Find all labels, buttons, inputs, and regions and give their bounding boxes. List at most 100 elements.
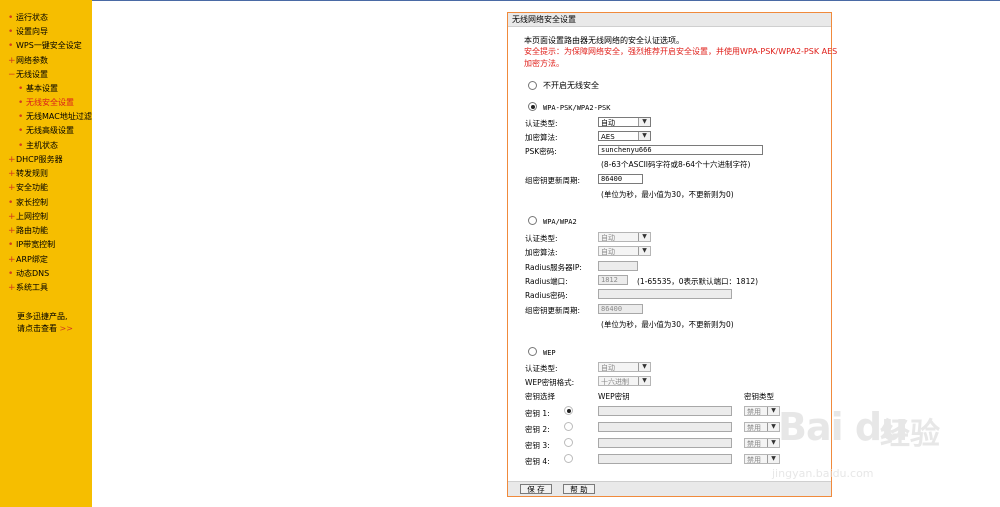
wep-key2-type-value: 禁用 bbox=[747, 424, 761, 432]
wpa-psk-auth-value: 自动 bbox=[601, 119, 615, 127]
chevron-down-icon: ▼ bbox=[638, 377, 650, 385]
radius-ip-label: Radius服务器IP: bbox=[525, 263, 582, 272]
sidebar-item-wireless-security[interactable]: • 无线安全设置 bbox=[18, 96, 74, 109]
wpa-psk-auth-label: 认证类型: bbox=[525, 119, 558, 128]
wep-radio[interactable] bbox=[528, 347, 537, 356]
sidebar-item-label: ARP绑定 bbox=[16, 255, 48, 264]
wep-format-label: WEP密钥格式: bbox=[525, 378, 575, 387]
wpa-psk-radio[interactable] bbox=[528, 102, 537, 111]
sidebar-item-security[interactable]: +安全功能 bbox=[8, 181, 48, 194]
sidebar-item-network[interactable]: +网络参数 bbox=[8, 54, 48, 67]
more-products-line2: 请点击查看 bbox=[17, 324, 57, 333]
sidebar-item-label: 基本设置 bbox=[26, 84, 58, 93]
bullet-icon: • bbox=[8, 41, 14, 51]
bullet-icon: • bbox=[18, 141, 24, 151]
wpa-renew-input[interactable]: 86400 bbox=[598, 304, 643, 314]
bullet-icon: • bbox=[18, 98, 24, 108]
wep-key1-type-value: 禁用 bbox=[747, 408, 761, 416]
wep-key4-input[interactable] bbox=[598, 454, 732, 464]
security-warning-line1: 安全提示：为保障网络安全，强烈推荐开启安全设置，并使用WPA-PSK/WPA2-… bbox=[524, 47, 838, 56]
wpa-psk-renew-label: 组密钥更新周期: bbox=[525, 176, 581, 185]
wpa-psk-enc-select[interactable]: AES ▼ bbox=[598, 131, 651, 141]
wep-col-key: WEP密钥 bbox=[598, 392, 630, 401]
sidebar-item-label: 安全功能 bbox=[16, 183, 48, 192]
psk-password-hint: (8-63个ASCII码字符或8-64个十六进制字符) bbox=[601, 160, 751, 169]
sidebar-item-label: 网络参数 bbox=[16, 56, 48, 65]
sidebar-item-forwarding[interactable]: +转发规则 bbox=[8, 167, 48, 180]
intro-text: 本页面设置路由器无线网络的安全认证选项。 bbox=[524, 36, 684, 45]
sidebar-item-wireless-basic[interactable]: • 基本设置 bbox=[18, 82, 58, 95]
wpa-auth-label: 认证类型: bbox=[525, 234, 558, 243]
wep-key2-radio[interactable] bbox=[564, 422, 573, 431]
wep-key3-radio[interactable] bbox=[564, 438, 573, 447]
wpa-enc-label: 加密算法: bbox=[525, 248, 558, 257]
sidebar-item-label: 设置向导 bbox=[16, 27, 48, 36]
wpa-psk-enc-value: AES bbox=[601, 133, 615, 141]
wep-col-select: 密钥选择 bbox=[525, 392, 555, 401]
sidebar-item-system-tools[interactable]: +系统工具 bbox=[8, 281, 48, 294]
wep-key1-label: 密钥 1: bbox=[525, 409, 550, 418]
wep-key2-label: 密钥 2: bbox=[525, 425, 550, 434]
sidebar-item-label: WPS一键安全设定 bbox=[16, 41, 82, 50]
radius-port-label: Radius端口: bbox=[525, 277, 568, 286]
wep-key2-input[interactable] bbox=[598, 422, 732, 432]
wpa-psk-renew-hint: (单位为秒，最小值为30，不更新则为0) bbox=[601, 190, 734, 199]
sidebar-item-bandwidth[interactable]: • IP带宽控制 bbox=[8, 238, 55, 251]
sidebar-item-mac-filter[interactable]: • 无线MAC地址过滤 bbox=[18, 110, 92, 123]
plus-icon: + bbox=[8, 283, 16, 293]
wpa-enc-select[interactable]: 自动 ▼ bbox=[598, 246, 651, 256]
sidebar-item-label: 运行状态 bbox=[16, 13, 48, 22]
bullet-icon: • bbox=[18, 84, 24, 94]
save-button[interactable]: 保 存 bbox=[520, 484, 552, 494]
sidebar-item-arp[interactable]: +ARP绑定 bbox=[8, 253, 48, 266]
plus-icon: + bbox=[8, 183, 16, 193]
psk-password-input[interactable]: sunchenyu666 bbox=[598, 145, 763, 155]
wpa-psk-renew-input[interactable]: 86400 bbox=[598, 174, 643, 184]
wpa-psk-auth-select[interactable]: 自动 ▼ bbox=[598, 117, 651, 127]
chevron-down-icon: ▼ bbox=[638, 363, 650, 371]
wep-auth-select[interactable]: 自动 ▼ bbox=[598, 362, 651, 372]
more-products-link[interactable]: 更多迅捷产品, 请点击查看 >> bbox=[17, 311, 73, 335]
plus-icon: + bbox=[8, 169, 16, 179]
top-border-line bbox=[92, 0, 1000, 1]
bullet-icon: • bbox=[18, 112, 24, 122]
sidebar-item-status[interactable]: • 运行状态 bbox=[8, 11, 48, 24]
radius-port-input[interactable]: 1812 bbox=[598, 275, 628, 285]
wep-key4-radio[interactable] bbox=[564, 454, 573, 463]
wpa-enc-value: 自动 bbox=[601, 248, 615, 256]
sidebar-item-label: 系统工具 bbox=[16, 283, 48, 292]
sidebar-item-wireless-advanced[interactable]: • 无线高级设置 bbox=[18, 124, 74, 137]
radius-ip-input[interactable] bbox=[598, 261, 638, 271]
sidebar-item-host-status[interactable]: • 主机状态 bbox=[18, 139, 58, 152]
sidebar-item-ddns[interactable]: • 动态DNS bbox=[8, 267, 49, 280]
radius-password-input[interactable] bbox=[598, 289, 732, 299]
wep-key4-type-value: 禁用 bbox=[747, 456, 761, 464]
sidebar-item-dhcp[interactable]: +DHCP服务器 bbox=[8, 153, 63, 166]
sidebar-item-label: DHCP服务器 bbox=[16, 155, 63, 164]
sidebar-item-wireless[interactable]: −无线设置 bbox=[8, 68, 48, 81]
sidebar: • 运行状态 • 设置向导 • WPS一键安全设定 +网络参数 −无线设置 • 基本设置… bbox=[0, 0, 92, 507]
baidu-jingyan-watermark: Bai du 经验 jingyan.baidu.com bbox=[770, 395, 1000, 495]
help-button[interactable]: 帮 助 bbox=[563, 484, 595, 494]
sidebar-item-label: 无线MAC地址过滤 bbox=[26, 112, 92, 121]
sidebar-item-label: 动态DNS bbox=[16, 269, 50, 278]
plus-icon: + bbox=[8, 212, 16, 222]
wep-key1-input[interactable] bbox=[598, 406, 732, 416]
sidebar-item-wps[interactable]: • WPS一键安全设定 bbox=[8, 39, 82, 52]
sidebar-item-parental[interactable]: • 家长控制 bbox=[8, 196, 48, 209]
psk-password-label: PSK密码: bbox=[525, 147, 557, 156]
chevron-down-icon: ▼ bbox=[638, 233, 650, 241]
wep-key3-input[interactable] bbox=[598, 438, 732, 448]
sidebar-item-routing[interactable]: +路由功能 bbox=[8, 224, 48, 237]
wep-format-value: 十六进制 bbox=[601, 378, 629, 386]
wpa-auth-select[interactable]: 自动 ▼ bbox=[598, 232, 651, 242]
wep-label: WEP bbox=[543, 349, 556, 357]
wep-format-select[interactable]: 十六进制 ▼ bbox=[598, 376, 651, 386]
panel-title: 无线网络安全设置 bbox=[508, 13, 831, 27]
radius-password-label: Radius密码: bbox=[525, 291, 568, 300]
sidebar-item-wizard[interactable]: • 设置向导 bbox=[8, 25, 48, 38]
wpa-enterprise-radio[interactable] bbox=[528, 216, 537, 225]
sidebar-item-access-control[interactable]: +上网控制 bbox=[8, 210, 48, 223]
no-security-radio[interactable] bbox=[528, 81, 537, 90]
wep-key1-radio[interactable] bbox=[564, 406, 573, 415]
